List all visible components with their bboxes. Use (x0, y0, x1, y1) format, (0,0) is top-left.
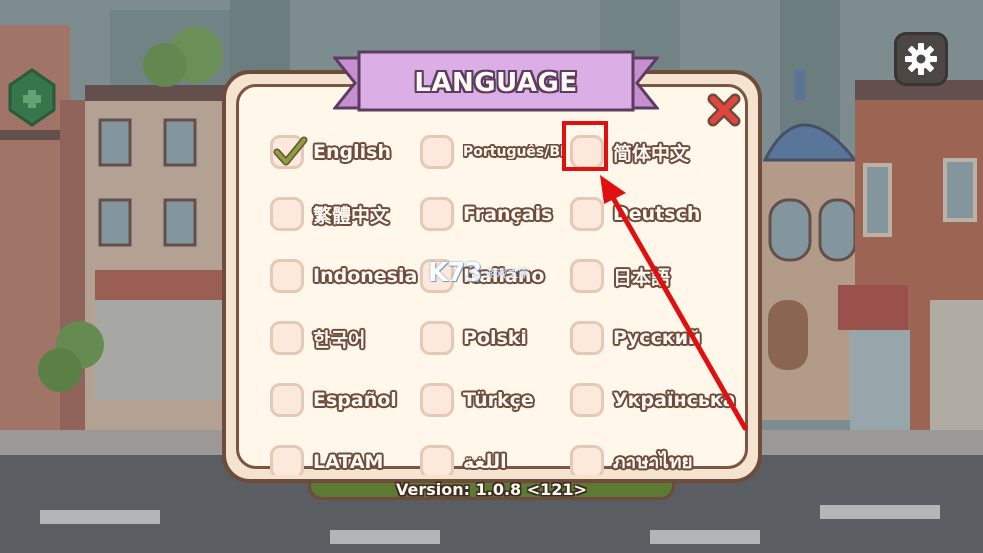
annotation-arrow (600, 175, 748, 431)
